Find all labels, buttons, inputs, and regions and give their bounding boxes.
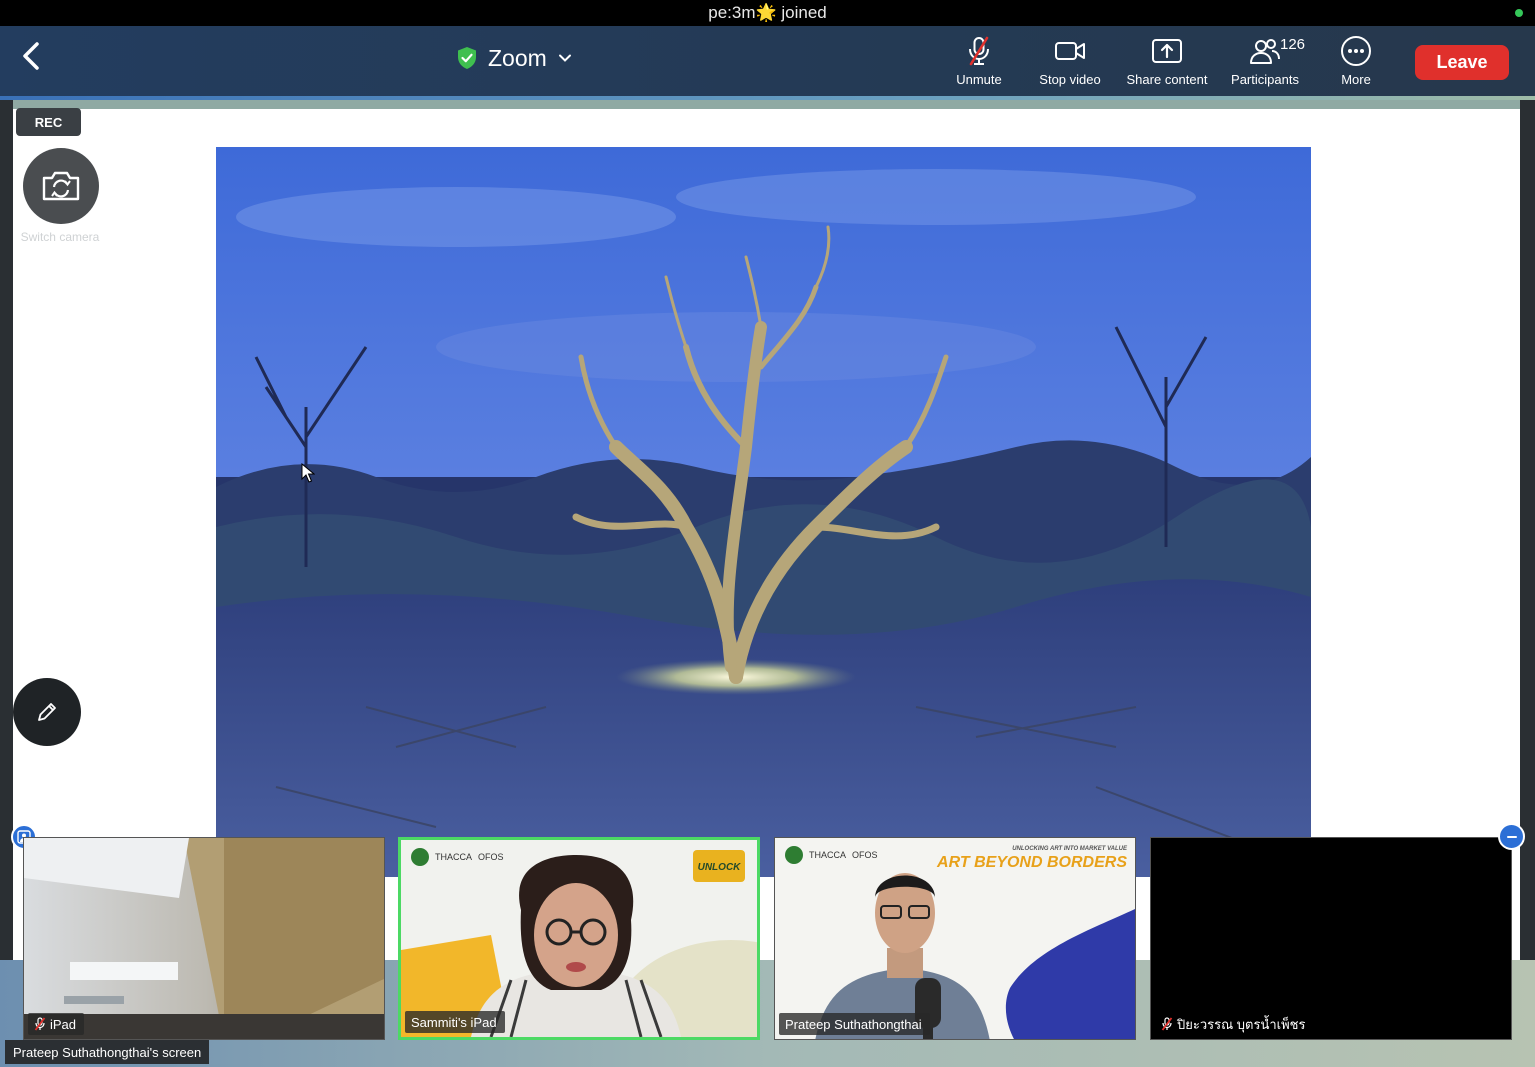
dead-tree-night-photo [216,147,1311,877]
svg-text:UNLOCK: UNLOCK [698,862,742,873]
participant-name: Sammiti's iPad [411,1014,497,1030]
participants-icon [1250,39,1280,64]
more-button[interactable]: More [1308,34,1404,90]
participant-name-tag: Sammiti's iPad [405,1011,505,1033]
camera-rotate-icon [42,171,80,201]
event-banner-logos: THACCA OFOS [411,848,504,866]
participant-name-tag: ปิยะวรรณ บุตรน้ำเพ็ชร [1155,1013,1313,1035]
participant-name-tag: iPad [28,1013,85,1035]
leave-button[interactable]: Leave [1415,45,1509,80]
ceiling-camera-feed [24,838,384,1039]
screen-share-owner-label: Prateep Suthathongthai's screen [5,1040,210,1064]
chevron-left-icon [23,42,39,70]
share-upload-icon [1152,39,1182,63]
slide-photo [216,147,1311,877]
switch-camera-button[interactable] [23,148,99,224]
stop-video-button[interactable]: Stop video [1022,34,1118,90]
microphone-muted-icon [34,1017,46,1031]
organization-logo-icon [785,846,803,864]
unmute-button[interactable]: Unmute [931,34,1027,90]
participant-name-tag: Prateep Suthathongthai [779,1013,930,1035]
banner-logo-text: OFOS [478,852,504,862]
status-bar: pe:3m🌟 joined [0,0,1535,26]
shield-check-icon [458,47,476,69]
more-label: More [1341,72,1371,87]
participant-name: Prateep Suthathongthai [785,1016,922,1032]
video-tile-piyawan[interactable]: ปิยะวรรณ บุตรน้ำเพ็ชร [1150,837,1512,1040]
stop-video-label: Stop video [1039,72,1101,87]
participant-name: ปิยะวรรณ บุตรน้ำเพ็ชร [1177,1016,1306,1032]
zoom-meeting-window: pe:3m🌟 joined Zoom Unmute Stop video Sha… [0,0,1535,1067]
event-banner-heading: ART BEYOND BORDERS [937,854,1127,871]
share-content-button[interactable]: Share content [1119,34,1215,90]
minus-icon [1506,835,1517,838]
meeting-title-button[interactable]: Zoom [456,42,573,74]
event-banner-logos: THACCA OFOS [785,846,878,864]
join-notification: pe:3m🌟 joined [708,3,827,22]
organization-logo-icon [411,848,429,866]
banner-logo-text: THACCA [809,850,847,860]
annotate-button[interactable] [13,678,81,746]
banner-logo-text: THACCA [435,852,473,862]
camera-in-use-indicator [1515,9,1523,17]
meeting-title: Zoom [488,44,547,71]
microphone-muted-icon [1161,1017,1173,1031]
unmute-label: Unmute [956,72,1002,87]
event-banner-title: UNLOCKING ART INTO MARKET VALUE ART BEYO… [937,846,1127,871]
video-tile-ipad[interactable]: iPad [23,837,385,1040]
video-camera-icon [1055,42,1085,60]
pencil-icon [38,703,56,721]
recording-badge: REC [16,108,81,136]
minimize-gallery-button[interactable] [1498,823,1525,850]
toolbar-divider [0,96,1535,100]
chevron-down-icon [558,54,571,62]
back-button[interactable] [16,40,48,72]
microphone-muted-icon [969,36,989,66]
cursor-icon [301,462,316,488]
video-tile-prateep[interactable]: THACCA OFOS UNLOCKING ART INTO MARKET VA… [774,837,1136,1040]
participants-count: 126 [1280,36,1306,53]
event-banner-subtitle: UNLOCKING ART INTO MARKET VALUE [1012,846,1127,852]
video-tile-sammitis-ipad[interactable]: UNLOCK THACCA OFOS Sammiti's iPad [398,837,760,1040]
banner-logo-text: OFOS [852,850,878,860]
more-dots-icon [1341,36,1371,66]
switch-camera-label: Switch camera [20,230,100,244]
share-content-label: Share content [1126,72,1208,87]
speaker-camera-feed: UNLOCK [401,840,757,1037]
participants-label: Participants [1231,72,1299,87]
participant-name: iPad [50,1016,77,1032]
